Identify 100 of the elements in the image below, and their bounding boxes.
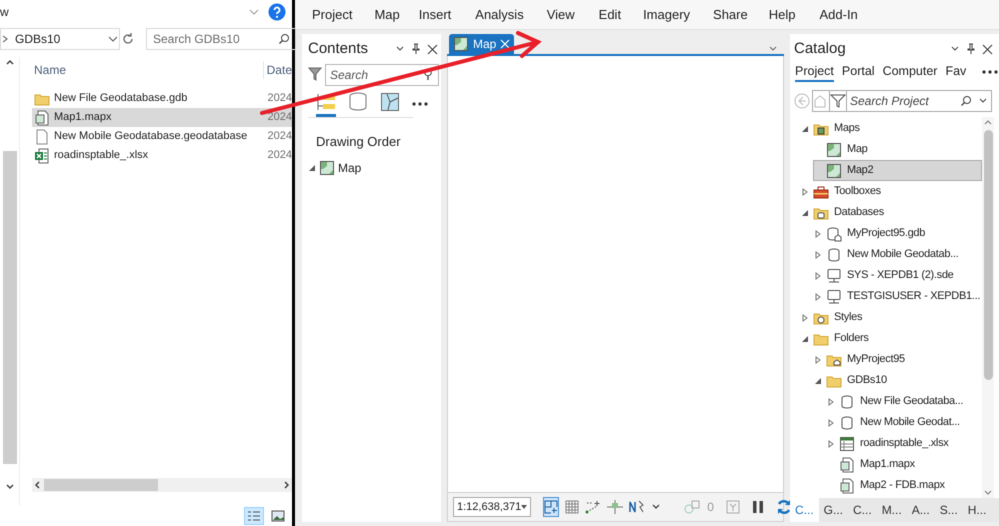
ribbon-tab[interactable]: Analysis [475,4,524,24]
north-arrow-icon[interactable] [629,500,646,514]
scale-dropdown[interactable]: 1:12,638,371 [453,497,532,517]
file-row[interactable]: Map1.mapx 2024 [32,108,292,127]
close-icon[interactable] [427,44,438,54]
ribbon-tab[interactable]: Insert [418,4,452,24]
catalog-tab[interactable]: Project [795,62,834,82]
tree-item[interactable]: Styles [800,307,982,328]
catalog-tab[interactable]: Computer [882,62,938,82]
ribbon-tab[interactable]: Help [768,4,796,24]
pane-tab[interactable]: M... [876,498,907,522]
collapsed-icon[interactable] [814,230,822,238]
pane-tab[interactable]: S... [934,498,963,522]
catalog-tab[interactable]: Fav [945,62,966,82]
column-header[interactable]: Name [32,61,263,79]
menu-label[interactable]: w [0,3,9,21]
expanded-icon[interactable] [801,334,809,342]
picture-icon[interactable] [271,510,285,522]
tree-item[interactable]: Map2 [813,160,982,181]
ribbon-tab[interactable]: Project [312,4,352,24]
more-icon[interactable] [982,70,998,74]
pane-tab[interactable]: C... [790,498,819,522]
tree-item[interactable]: MyProject95 [813,349,982,370]
scroll-left-icon[interactable] [32,480,42,490]
grid-icon[interactable] [565,500,580,514]
grid-toggle-button[interactable] [543,497,560,517]
tree-item[interactable]: roadinsptable_.xlsx [826,433,982,454]
details-view-button[interactable] [244,507,264,525]
collapsed-icon[interactable] [814,292,822,300]
search-field[interactable]: Search [325,64,439,86]
help-icon[interactable] [268,3,286,21]
filter-icon[interactable] [308,67,322,81]
tree-item[interactable]: New Mobile Geodatab... [813,244,982,265]
tree-item[interactable]: New Mobile Geodat... [826,412,982,433]
pause-icon[interactable] [752,500,764,514]
tree-item[interactable]: Map1.mapx [826,454,982,475]
scrollbar-thumb[interactable] [984,130,992,380]
ribbon-tab[interactable]: View [546,4,575,24]
pane-tab[interactable]: A... [906,498,935,522]
collapsed-icon[interactable] [814,250,822,258]
expanded-icon[interactable] [308,164,316,172]
tree-item[interactable]: Map2 - FDB.mapx [826,475,982,496]
search-field[interactable]: Search GDBs10 [146,28,296,50]
ribbon-tab[interactable]: Map [374,4,400,24]
filter-icon[interactable] [830,93,846,109]
expanded-icon[interactable] [814,376,822,384]
pane-tab[interactable]: H... [962,498,992,522]
snapping-icon[interactable] [585,500,602,514]
collapsed-icon[interactable] [814,272,822,280]
search-bar[interactable]: Search Project [812,90,992,112]
collapsed-icon[interactable] [827,440,835,448]
tree-item[interactable]: MyProject95.gdb [813,223,982,244]
collapsed-icon[interactable] [827,418,835,426]
drawing-order-icon[interactable] [316,92,336,112]
tree-item[interactable]: Maps [800,118,982,139]
grid-plus-icon[interactable] [544,500,558,514]
more-icon[interactable] [412,102,428,106]
tree-item[interactable]: Folders [800,328,982,349]
close-icon[interactable] [982,44,993,54]
file-row[interactable]: New File Geodatabase.gdb 2024 [32,89,292,108]
address-bar[interactable]: GDBs10 [0,28,120,50]
pin-icon[interactable] [966,43,976,55]
tree-item[interactable]: Map [813,139,982,160]
tree-item[interactable]: New File Geodataba... [826,391,982,412]
pane-tab[interactable]: G... [818,498,848,522]
tree-item[interactable]: Databases [800,202,982,223]
catalog-tab[interactable]: Portal [842,62,875,82]
details-view-icon[interactable] [247,510,261,522]
collapsed-icon[interactable] [827,398,835,406]
pane-tab[interactable]: C... [848,498,877,522]
refresh-icon[interactable] [776,499,792,515]
scrollbar-thumb[interactable] [44,479,158,491]
scroll-down-icon[interactable] [4,482,14,492]
ribbon-tab[interactable]: Edit [598,4,622,24]
breadcrumb[interactable]: GDBs10 [15,30,107,48]
scroll-up-icon[interactable] [4,57,14,67]
file-row[interactable]: roadinsptable_.xlsx 2024 [32,146,292,165]
collapsed-icon[interactable] [814,356,822,364]
ribbon-tab[interactable]: Share [713,4,748,24]
scrollbar-thumb[interactable] [2,151,16,464]
database-icon[interactable] [348,92,368,112]
tree-item[interactable]: GDBs10 [813,370,982,391]
layer-item[interactable]: Map [308,158,441,178]
scroll-right-icon[interactable] [282,480,292,490]
guides-icon[interactable] [607,500,624,514]
ribbon-tab[interactable]: Add-In [819,4,858,24]
file-row[interactable]: New Mobile Geodatabase.geodatabase 2024 [32,127,292,146]
collapsed-icon[interactable] [801,188,809,196]
expanded-icon[interactable] [801,208,809,216]
collapsed-icon[interactable] [801,314,809,322]
ribbon-tab[interactable]: Imagery [643,4,690,24]
tree-item[interactable]: TESTGISUSER - XEPDB1... [813,286,982,307]
tree-item[interactable]: Toolboxes [800,181,982,202]
search-field[interactable]: Search Project [850,92,960,110]
pin-icon[interactable] [411,43,421,55]
file-date: 2024 [266,110,292,126]
expanded-icon[interactable] [801,124,809,132]
map-tab[interactable]: Map [449,34,514,54]
map-selection-icon[interactable] [380,92,400,112]
tree-item[interactable]: SYS - XEPDB1 (2).sde [813,265,982,286]
